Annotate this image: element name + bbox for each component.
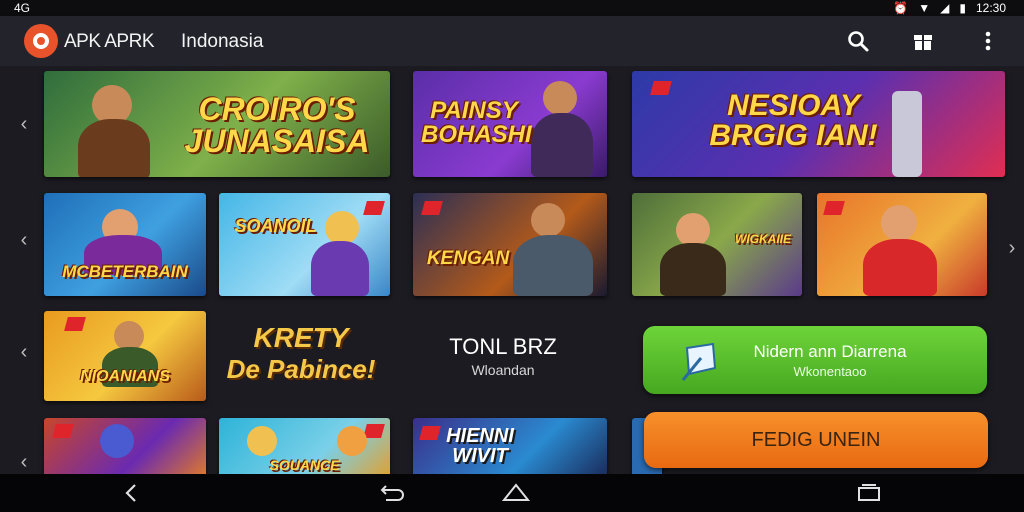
game-card-12-title: HIENNI WIVIT [446, 425, 514, 467]
gift-button[interactable] [906, 24, 940, 58]
home-icon [501, 483, 531, 501]
wifi-icon: ▼ [918, 1, 931, 15]
game-card-1-title: CROIRO'S JUNASAISA [184, 91, 370, 159]
game-card-7-title: WIGKAIIE [735, 232, 791, 246]
game-card-7[interactable]: WIGKAIIE [632, 193, 802, 296]
promo-line-2: De Pabince! [226, 354, 376, 384]
game-card-2[interactable]: PAINSY BOHASHI [413, 71, 607, 177]
game-card-6[interactable]: KENGAN [413, 193, 607, 296]
game-card-12[interactable]: HIENNI WIVIT [413, 418, 607, 474]
tonl-text-block[interactable]: TONL BRZ Wloandan [428, 334, 578, 378]
content-grid[interactable]: ‹ CROIRO'S JUNASAISA PAINSY BOHASHI NESI… [0, 66, 1024, 474]
row3-prev-chevron-icon[interactable]: ‹ [14, 341, 34, 363]
game-card-4-title: MCBETERBAIN [62, 262, 188, 281]
tonl-subtitle: Wloandan [471, 362, 535, 378]
green-button-title: Nidern ann Diarrena [753, 341, 907, 361]
overflow-menu-button[interactable] [971, 24, 1005, 58]
nav-back-button[interactable] [112, 481, 152, 505]
back-icon [125, 484, 136, 502]
app-bar: APK APRK Indonasia [0, 16, 1024, 66]
game-card-10[interactable] [44, 418, 206, 474]
row1-prev-chevron-icon[interactable]: ‹ [14, 113, 34, 135]
orange-action-button[interactable]: FEDIG UNEIN [644, 412, 988, 468]
game-card-3[interactable]: NESIOAY BRGIG IAN! [632, 71, 1005, 177]
search-button[interactable] [841, 24, 875, 58]
game-card-1[interactable]: CROIRO'S JUNASAISA [44, 71, 390, 177]
green-button-subtitle: Wkonentaoo [793, 363, 867, 379]
return-icon [380, 485, 404, 501]
game-card-9-title: NIOANIANS [80, 368, 170, 385]
gift-icon [914, 35, 932, 50]
row4-prev-chevron-icon[interactable]: ‹ [14, 451, 34, 473]
game-card-3-title: NESIOAY BRGIG IAN! [709, 89, 878, 152]
promo-line-1: KRETY [253, 322, 349, 353]
overflow-menu-icon [985, 31, 991, 51]
orange-button-label: FEDIG UNEIN [751, 428, 881, 451]
alarm-icon: ⏰ [893, 1, 909, 15]
game-card-4[interactable]: MCBETERBAIN [44, 193, 206, 296]
nav-recents-button[interactable] [849, 481, 889, 505]
nav-return-button[interactable] [371, 481, 411, 505]
game-card-5-title: SOANOIL [234, 216, 317, 236]
green-download-button[interactable]: Nidern ann Diarrena Wkonentaoo [643, 326, 987, 394]
battery-icon: ▮ [959, 1, 966, 15]
nav-home-button[interactable] [496, 481, 536, 505]
game-card-11-title: SOUANCE [269, 457, 340, 473]
network-indicator: 4G [14, 1, 31, 15]
game-card-9[interactable]: NIOANIANS [44, 311, 206, 401]
status-icons: ⏰ ▼ ◢ ▮ 12:30 [893, 1, 1006, 15]
game-card-11[interactable]: SOUANCE [219, 418, 390, 474]
game-card-5[interactable]: SOANOIL [219, 193, 390, 296]
row2-next-chevron-icon[interactable]: › [1002, 237, 1022, 259]
download-box-icon [681, 342, 717, 381]
system-navigation-bar [0, 474, 1024, 512]
clock-time: 12:30 [975, 1, 1006, 15]
search-icon [848, 31, 869, 52]
app-logo-icon[interactable] [24, 24, 58, 58]
tonl-title: TONL BRZ [449, 334, 557, 359]
game-card-6-title: KENGAN [426, 248, 510, 269]
promo-text-block[interactable]: KRETY De Pabince! [226, 322, 376, 392]
game-card-2-title: PAINSY BOHASHI [421, 97, 532, 148]
app-title: APK APRK [64, 31, 155, 52]
status-bar: 4G ⏰ ▼ ◢ ▮ 12:30 [0, 0, 1024, 16]
signal-icon: ◢ [940, 1, 950, 15]
region-label[interactable]: Indonasia [181, 31, 263, 53]
row2-prev-chevron-icon[interactable]: ‹ [14, 229, 34, 251]
game-card-8[interactable] [817, 193, 987, 296]
recents-icon [858, 484, 880, 501]
